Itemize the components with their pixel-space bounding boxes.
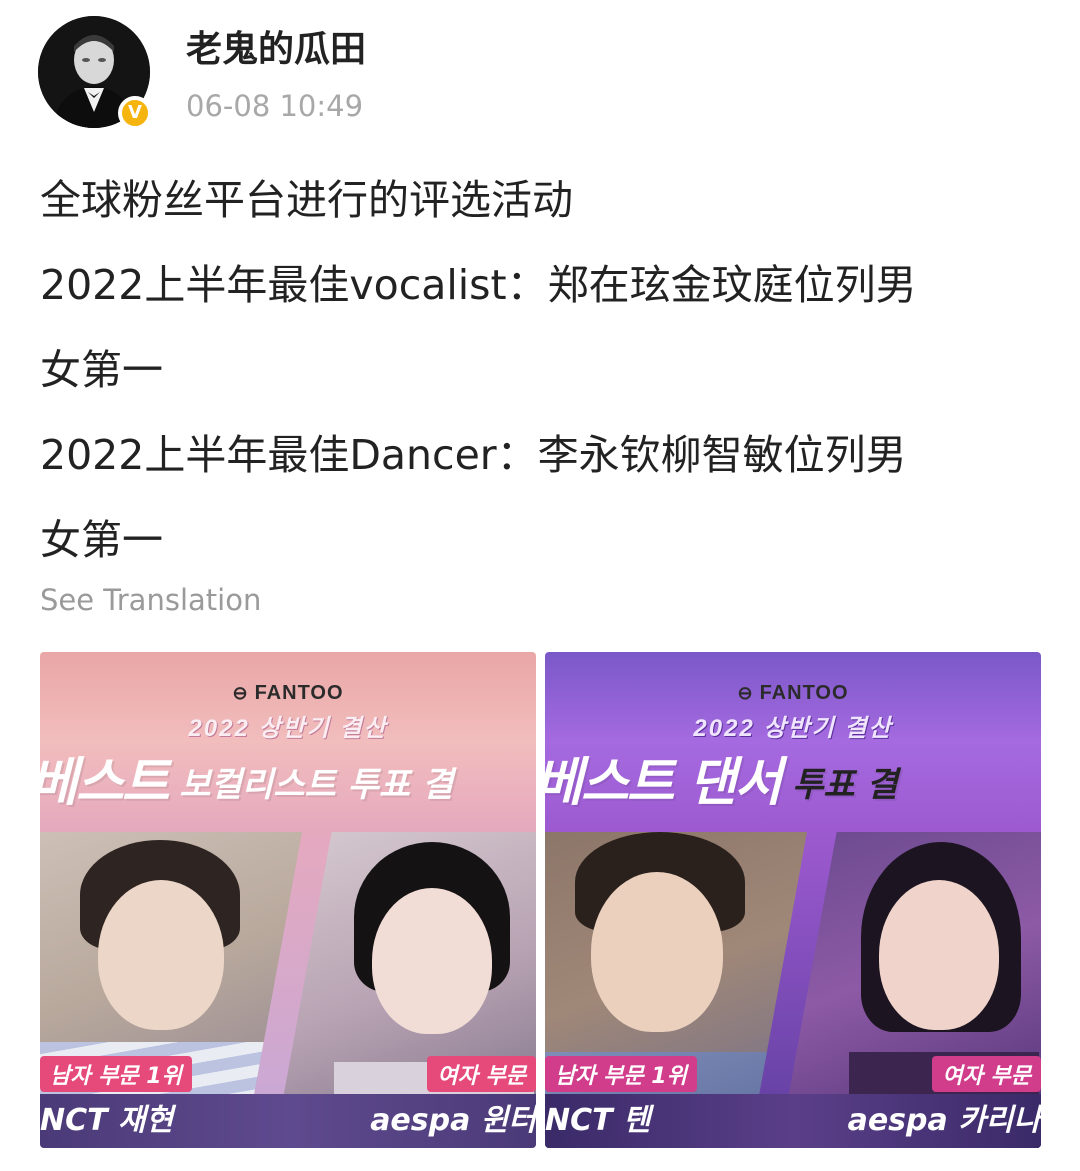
fantoo-logo-icon: ⊖ (737, 683, 754, 703)
nameplate-left: NCT 재현 (40, 1094, 290, 1148)
rank-badge-left: 남자 부문 1위 (545, 1056, 697, 1092)
brand-name: FANTOO (254, 682, 344, 704)
post-text-line: 女第一 (40, 516, 163, 564)
image-banner: 베스트 댄서 투표 결 (545, 748, 1041, 820)
post-timestamp: 06-08 10:49 (186, 89, 364, 123)
post-image-2[interactable]: ⊖ FANTOO 2022 상반기 결산 베스트 댄서 투표 결 남자 부문 1위… (545, 652, 1041, 1148)
image-banner: 베스트 보컬리스트 투표 결 (40, 748, 536, 820)
post-image-1[interactable]: ⊖ FANTOO 2022 상반기 결산 베스트 보컬리스트 투표 결 남자 부문… (40, 652, 536, 1148)
post-text: 全球粉丝平台进行的评选活动 2022上半年最佳vocalist：郑在玹金玟庭位列… (40, 158, 1050, 583)
username[interactable]: 老鬼的瓜田 (186, 28, 366, 72)
image-subtitle: 2022 상반기 결산 (693, 715, 893, 742)
avatar[interactable]: V (38, 16, 152, 130)
rank-badge-left: 남자 부문 1위 (40, 1056, 192, 1092)
nameplate-right: aespa 윈터 (290, 1094, 536, 1148)
post-text-line: 2022上半年最佳Dancer：李永钦柳智敏位列男 (40, 431, 907, 479)
post-text-line: 全球粉丝平台进行的评选活动 (40, 176, 573, 224)
brand-name: FANTOO (759, 682, 849, 704)
banner-small: 보컬리스트 투표 결 (167, 765, 454, 805)
brand-label: ⊖ FANTOO (545, 682, 1041, 705)
rank-badge-right: 여자 부문 (932, 1056, 1041, 1092)
banner-main: 베스트 댄서 (545, 753, 782, 813)
banner-main: 베스트 (40, 753, 170, 813)
brand-label: ⊖ FANTOO (40, 682, 536, 705)
post-header: V 老鬼的瓜田 06-08 10:49 (38, 16, 1038, 132)
see-translation-link[interactable]: See Translation (40, 580, 261, 620)
rank-badge-right: 여자 부문 (427, 1056, 536, 1092)
post-text-line: 2022上半年最佳vocalist：郑在玹金玟庭位列男 (40, 261, 917, 309)
verified-badge-icon: V (118, 96, 152, 130)
banner-small: 투표 결 (780, 765, 898, 805)
post-text-line: 女第一 (40, 346, 163, 394)
fantoo-logo-icon: ⊖ (232, 683, 249, 703)
nameplate-right: aespa 카리나 (795, 1094, 1041, 1148)
nameplate-left: NCT 텐 (545, 1094, 795, 1148)
image-subtitle: 2022 상반기 결산 (188, 715, 388, 742)
